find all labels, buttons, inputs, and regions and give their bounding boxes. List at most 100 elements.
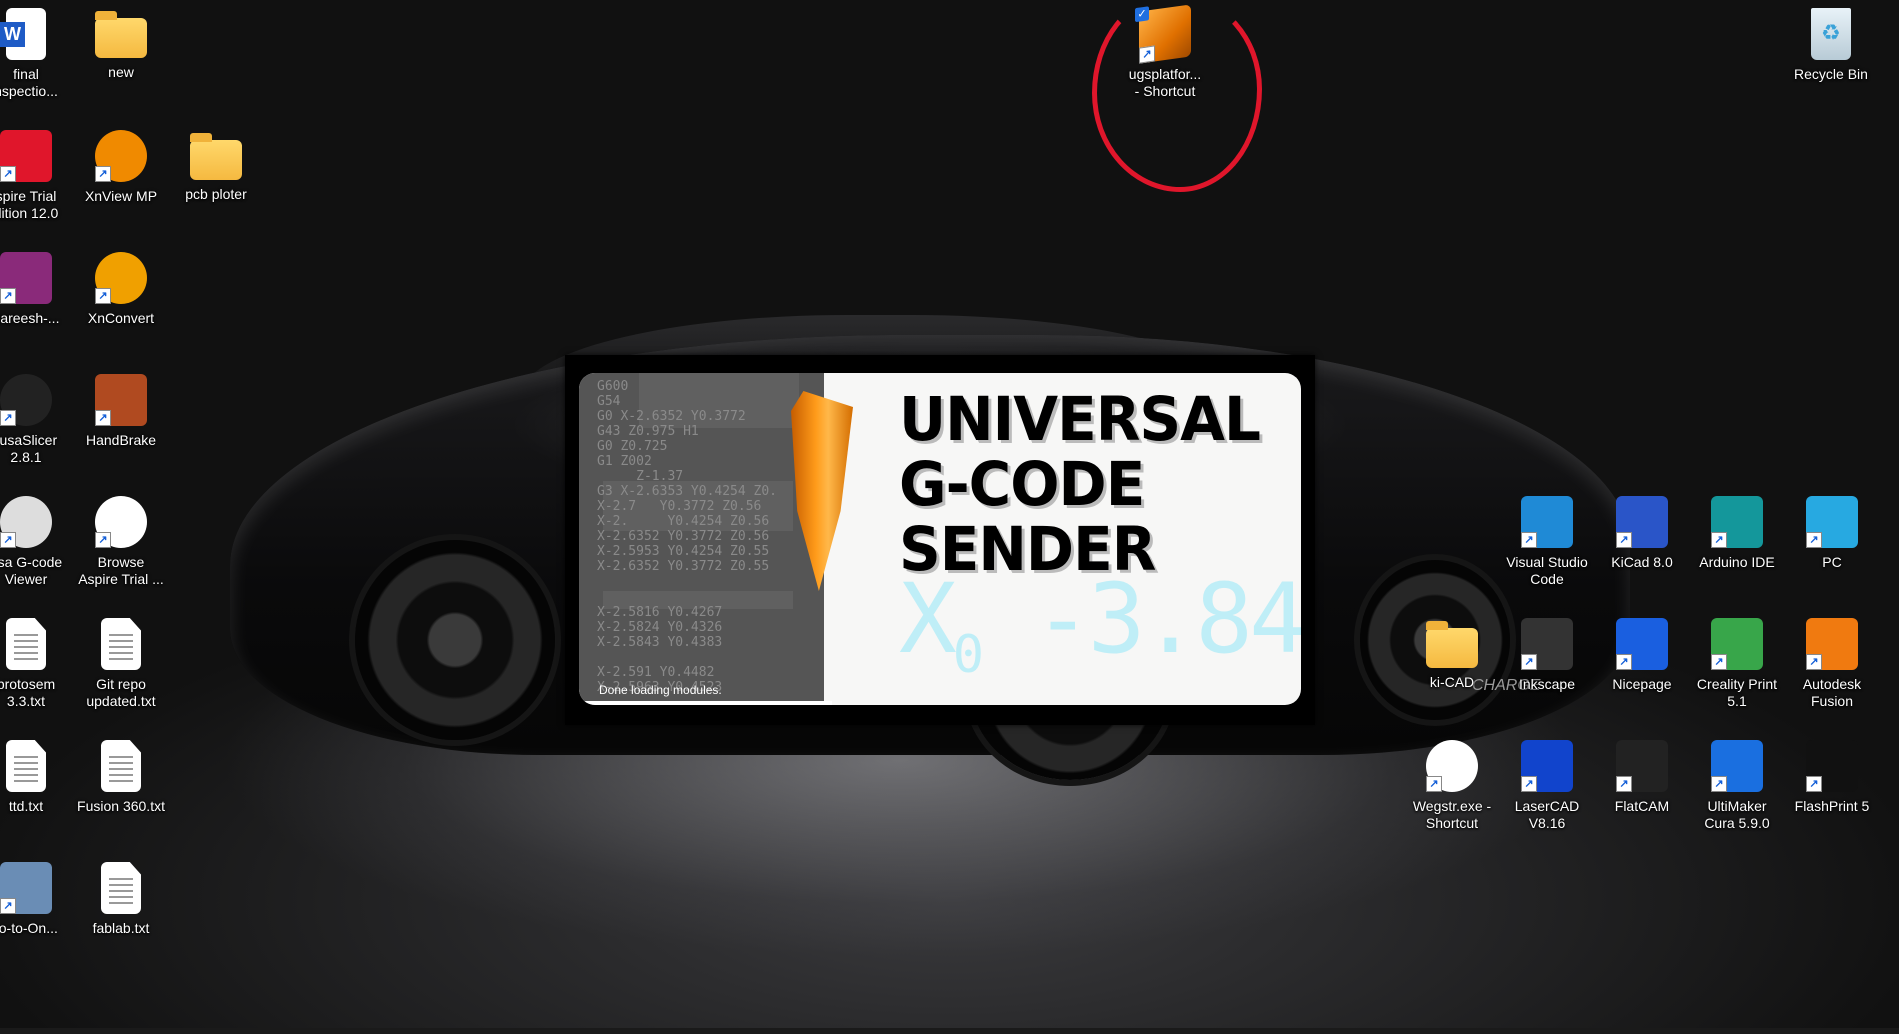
gcode-background-panel: G600 G54 G0 X-2.6352 Y0.3772 G43 Z0.975 … <box>579 373 824 705</box>
dro-readout: X0 -3.845 <box>899 563 1301 685</box>
desktop-icon-label: FlashPrint 5 <box>1794 798 1870 814</box>
desktop-icon-label: XnConvert <box>87 310 155 326</box>
desktop-icon-label: XnView MP <box>84 188 158 204</box>
desktop-icon-browse-aspire[interactable]: ↗ Browse Aspire Trial ... <box>73 496 169 588</box>
desktop-icon-flashprint[interactable]: ↗ FlashPrint 5 <box>1784 740 1880 815</box>
taskbar[interactable] <box>0 1028 1899 1034</box>
browse-aspire-app-icon: ↗ <box>95 496 147 548</box>
desktop-icon-fablab[interactable]: fablab.txt <box>73 862 169 937</box>
desktop-icon-handbrake[interactable]: ↗ HandBrake <box>73 374 169 449</box>
shortcut-arrow-icon: ↗ <box>1521 776 1537 792</box>
shortcut-arrow-icon: ↗ <box>1616 532 1632 548</box>
desktop-icon-label: spire Trial dition 12.0 <box>0 188 59 221</box>
shortcut-arrow-icon: ↗ <box>95 166 111 182</box>
text-document-icon <box>6 740 46 792</box>
desktop-icon-label: PC <box>1822 554 1842 570</box>
desktop-icon-inkscape[interactable]: ↗ Inkscape <box>1499 618 1595 693</box>
desktop-icon-xnview[interactable]: ↗ XnView MP <box>73 130 169 205</box>
desktop-icon-label: UltiMaker Cura 5.9.0 <box>1704 798 1770 831</box>
folder-icon <box>190 133 242 180</box>
desktop-icon-aspire[interactable]: ↗ spire Trial dition 12.0 <box>0 130 74 222</box>
ultimaker-app-icon: ↗ <box>1711 740 1763 792</box>
shortcut-arrow-icon: ↗ <box>1521 654 1537 670</box>
handbrake-app-icon: ↗ <box>95 374 147 426</box>
desktop-icon-vscode[interactable]: ↗ Visual Studio Code <box>1499 496 1595 588</box>
desktop-icon-zero-to-one[interactable]: ↗ ro-to-On... <box>0 862 74 937</box>
splash-status: Done loading modules. <box>599 683 722 697</box>
desktop-icon-gcode-viewer[interactable]: ↗ usa G-code Viewer <box>0 496 74 588</box>
desktop-icon-new[interactable]: new <box>73 8 169 81</box>
desktop-icon-label: bareesh-... <box>0 310 60 326</box>
desktop-icon-label: pcb ploter <box>185 186 247 202</box>
shortcut-arrow-icon: ↗ <box>95 532 111 548</box>
desktop-icon-creality[interactable]: ↗ Creality Print 5.1 <box>1689 618 1785 710</box>
desktop-icon-prusaslicer[interactable]: ↗ rusaSlicer 2.8.1 <box>0 374 74 466</box>
bareesh-app-icon: ↗ <box>0 252 52 304</box>
readout-sub: 0 <box>952 625 984 686</box>
shortcut-arrow-icon: ↗ <box>1806 776 1822 792</box>
shortcut-arrow-icon: ↗ <box>1806 532 1822 548</box>
shortcut-arrow-icon: ↗ <box>0 288 16 304</box>
recycle-bin-icon: ♻ <box>1811 8 1851 60</box>
desktop-icon-label: usa G-code Viewer <box>0 554 63 587</box>
desktop-icon-ttd[interactable]: ttd.txt <box>0 740 74 815</box>
desktop-icon-autodesk-fusion[interactable]: ↗ Autodesk Fusion <box>1784 618 1880 710</box>
title-line-2: G-CODE <box>899 448 1145 520</box>
desktop-icon-label: Browse Aspire Trial ... <box>78 554 164 587</box>
shortcut-arrow-icon: ↗ <box>1426 776 1442 792</box>
readout-axis: X <box>899 563 957 675</box>
desktop-icon-label: final nspectio... <box>0 66 58 99</box>
desktop-icon-label: Autodesk Fusion <box>1802 676 1862 709</box>
desktop-icon-label: HandBrake <box>85 432 157 448</box>
desktop-icon-label: Git repo updated.txt <box>86 676 156 709</box>
zero-to-one-app-icon: ↗ <box>0 862 52 914</box>
shortcut-arrow-icon: ↗ <box>1711 532 1727 548</box>
desktop-icon-pcb-ploter[interactable]: pcb ploter <box>168 130 264 203</box>
recycle-bin-label: Recycle Bin <box>1794 66 1868 82</box>
desktop-icon-ultimaker[interactable]: ↗ UltiMaker Cura 5.9.0 <box>1689 740 1785 832</box>
shortcut-arrow-icon: ↗ <box>1616 654 1632 670</box>
gcode-viewer-app-icon: ↗ <box>0 496 52 548</box>
shortcut-arrow-icon: ↗ <box>1521 532 1537 548</box>
desktop-icon-fusion360txt[interactable]: Fusion 360.txt <box>73 740 169 815</box>
desktop-icon-ki-cad[interactable]: ki-CAD <box>1404 618 1500 691</box>
recycle-bin[interactable]: ♻ Recycle Bin <box>1783 8 1879 83</box>
shortcut-arrow-icon: ↗ <box>0 532 16 548</box>
xnconvert-app-icon: ↗ <box>95 252 147 304</box>
shortcut-arrow-icon: ↗ <box>95 288 111 304</box>
desktop-icon-wegstr[interactable]: ↗ Wegstr.exe - Shortcut <box>1404 740 1500 832</box>
desktop-icon-label: new <box>108 64 134 80</box>
text-document-icon <box>6 618 46 670</box>
autodesk-fusion-app-icon: ↗ <box>1806 618 1858 670</box>
pc-app-icon: ↗ <box>1806 496 1858 548</box>
folder-icon <box>1426 621 1478 668</box>
folder-icon <box>95 11 147 58</box>
shortcut-arrow-icon: ↗ <box>0 898 16 914</box>
desktop-icon-label: Inkscape <box>1518 676 1576 692</box>
flashprint-app-icon: ↗ <box>1806 740 1858 792</box>
desktop-icon-protosem[interactable]: protosem 3.3.txt <box>0 618 74 710</box>
flatcam-app-icon: ↗ <box>1616 740 1668 792</box>
arduino-app-icon: ↗ <box>1711 496 1763 548</box>
desktop-icon-label: Visual Studio Code <box>1506 554 1588 587</box>
desktop-icon-xnconvert[interactable]: ↗ XnConvert <box>73 252 169 327</box>
desktop-icon-label: ro-to-On... <box>0 920 58 936</box>
desktop-icon-pc[interactable]: ↗ PC <box>1784 496 1880 571</box>
desktop-icon-gitrepo[interactable]: Git repo updated.txt <box>73 618 169 710</box>
desktop-icon-kicad[interactable]: ↗ KiCad 8.0 <box>1594 496 1690 571</box>
desktop-icon-flatcam[interactable]: ↗ FlatCAM <box>1594 740 1690 815</box>
desktop-icon-label: Arduino IDE <box>1699 554 1775 570</box>
splash-image: G600 G54 G0 X-2.6352 Y0.3772 G43 Z0.975 … <box>579 373 1301 705</box>
desktop-icon-nicepage[interactable]: ↗ Nicepage <box>1594 618 1690 693</box>
red-annotation-circle <box>1092 0 1262 192</box>
shortcut-arrow-icon: ↗ <box>1616 776 1632 792</box>
desktop-icon-lasercad[interactable]: ↗ LaserCAD V8.16 <box>1499 740 1595 832</box>
desktop-icon-final-inspection[interactable]: Wfinal nspectio... <box>0 8 74 100</box>
splash-title: UNIVERSAL G-CODE SENDER <box>899 386 1261 581</box>
desktop-icon-bareesh[interactable]: ↗ bareesh-... <box>0 252 74 327</box>
desktop-icon-arduino[interactable]: ↗ Arduino IDE <box>1689 496 1785 571</box>
gcode-text: G600 G54 G0 X-2.6352 Y0.3772 G43 Z0.975 … <box>597 379 778 574</box>
desktop-icon-label: ttd.txt <box>8 798 44 814</box>
prusaslicer-app-icon: ↗ <box>0 374 52 426</box>
aspire-app-icon: ↗ <box>0 130 52 182</box>
